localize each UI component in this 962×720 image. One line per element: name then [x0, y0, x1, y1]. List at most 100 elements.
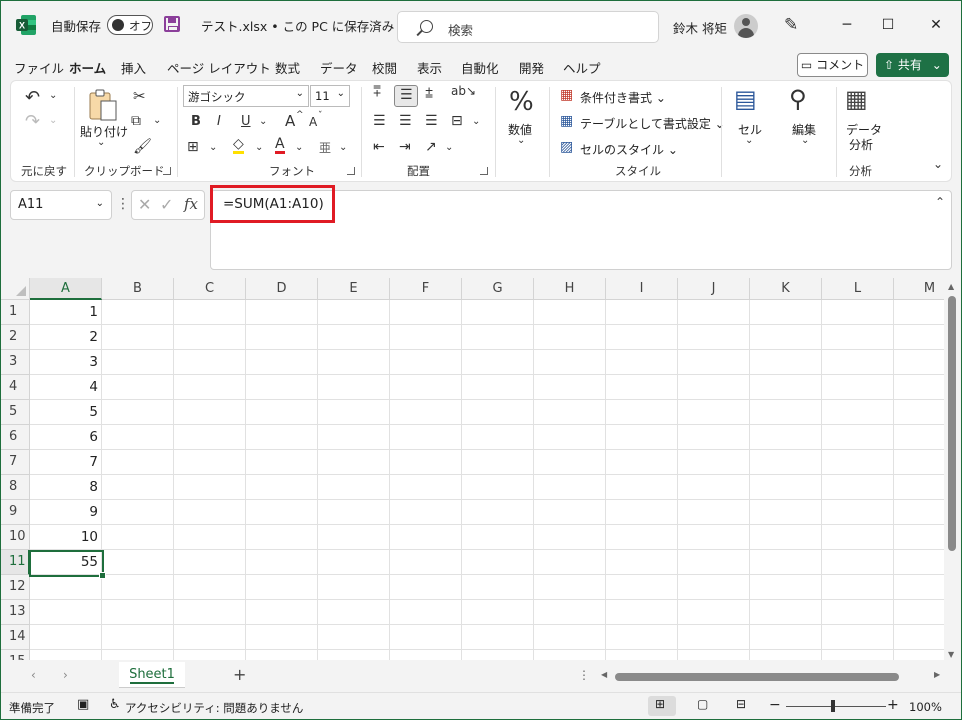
wrap-dropdown-icon[interactable]: ⌄	[472, 116, 480, 127]
tab-view[interactable]: 表示	[417, 58, 442, 77]
align-center-icon[interactable]: ☰	[399, 113, 412, 129]
cut-icon[interactable]: ✂	[133, 87, 146, 105]
prev-sheet-icon[interactable]: ‹	[31, 668, 36, 682]
format-as-table-icon[interactable]: ▦	[560, 113, 573, 129]
tab-page-layout[interactable]: ページ レイアウト	[167, 58, 271, 77]
cell-a9[interactable]: 9	[30, 500, 102, 525]
tab-data[interactable]: データ	[320, 58, 358, 77]
underline-button[interactable]: U	[241, 114, 251, 129]
font-color-dropdown-icon[interactable]: ⌄	[295, 142, 303, 153]
wrap-orientation-icon[interactable]: ab↘	[451, 84, 476, 98]
row-header-14[interactable]: 14	[0, 625, 30, 650]
avatar[interactable]	[734, 14, 758, 38]
formula-collapse-icon[interactable]: ⌃	[935, 195, 945, 209]
tab-help[interactable]: ヘルプ	[563, 58, 601, 77]
align-top-icon[interactable]: ⩱	[373, 84, 381, 100]
more-options-icon[interactable]: ⋮	[116, 196, 130, 212]
row-header-4[interactable]: 4	[0, 375, 30, 400]
increase-indent-icon[interactable]: ⇥	[399, 139, 411, 155]
row-header-5[interactable]: 5	[0, 400, 30, 425]
conditional-format-button[interactable]: 条件付き書式 ⌄	[580, 89, 666, 106]
name-box[interactable]: A11 ⌄	[10, 190, 112, 220]
border-dropdown-icon[interactable]: ⌄	[209, 142, 217, 153]
font-color-button[interactable]: A	[275, 137, 285, 154]
tab-file[interactable]: ファイル	[14, 58, 64, 77]
redo-icon[interactable]: ↷	[25, 111, 40, 132]
scroll-left-icon[interactable]: ◀	[601, 670, 607, 679]
row-header-11[interactable]: 11	[0, 550, 30, 575]
border-icon[interactable]: ⊞	[187, 139, 199, 155]
cell-a4[interactable]: 4	[30, 375, 102, 400]
cancel-icon[interactable]: ✕	[138, 195, 151, 214]
editing-dropdown-icon[interactable]: ⌄	[801, 135, 809, 146]
cell-a8[interactable]: 8	[30, 475, 102, 500]
zoom-level[interactable]: 100%	[909, 700, 942, 714]
orientation-icon[interactable]: ↗	[425, 139, 437, 155]
macro-record-icon[interactable]: ▣	[77, 697, 89, 712]
orientation-dropdown-icon[interactable]: ⌄	[445, 142, 453, 153]
column-header-h[interactable]: H	[534, 278, 606, 300]
document-title[interactable]: テスト.xlsx • この PC に保存済み ⌄	[201, 16, 409, 35]
shrink-font-button[interactable]: A	[309, 115, 317, 129]
cell-a7[interactable]: 7	[30, 450, 102, 475]
next-sheet-icon[interactable]: ›	[63, 668, 68, 682]
format-as-table-button[interactable]: テーブルとして書式設定 ⌄	[580, 115, 725, 132]
column-header-f[interactable]: F	[390, 278, 462, 300]
cell-a3[interactable]: 3	[30, 350, 102, 375]
maximize-button[interactable]: ☐	[868, 9, 908, 41]
tab-insert[interactable]: 挿入	[121, 58, 146, 77]
paste-dropdown-icon[interactable]: ⌄	[97, 137, 105, 148]
horizontal-scroll-thumb[interactable]	[615, 673, 899, 681]
tab-review[interactable]: 校閲	[372, 58, 397, 77]
undo-icon[interactable]: ↶	[25, 87, 40, 108]
row-header-13[interactable]: 13	[0, 600, 30, 625]
tab-developer[interactable]: 開発	[519, 58, 544, 77]
decrease-indent-icon[interactable]: ⇤	[373, 139, 385, 155]
editing-search-icon[interactable]: ⚲	[789, 85, 807, 113]
row-header-15[interactable]: 15	[0, 650, 30, 660]
format-painter-icon[interactable]: 🖌	[133, 137, 152, 155]
column-header-c[interactable]: C	[174, 278, 246, 300]
row-header-1[interactable]: 1	[0, 300, 30, 325]
phonetic-icon[interactable]: 亜	[319, 139, 331, 156]
align-left-icon[interactable]: ☰	[373, 113, 386, 129]
close-button[interactable]: ✕	[916, 9, 956, 41]
alignment-launcher-icon[interactable]	[480, 167, 488, 175]
tab-home[interactable]: ホーム	[69, 58, 107, 83]
number-dropdown-icon[interactable]: ⌄	[517, 135, 525, 146]
row-header-10[interactable]: 10	[0, 525, 30, 550]
ribbon-collapse-icon[interactable]: ⌄	[933, 157, 943, 171]
wrap-text-icon[interactable]: ⊟	[451, 113, 463, 129]
zoom-in-button[interactable]: +	[887, 697, 899, 713]
column-header-l[interactable]: L	[822, 278, 894, 300]
zoom-out-button[interactable]: −	[769, 697, 781, 713]
tab-automate[interactable]: 自動化	[461, 58, 499, 77]
underline-dropdown-icon[interactable]: ⌄	[259, 116, 267, 127]
cell-styles-button[interactable]: セルのスタイル ⌄	[580, 141, 678, 158]
align-right-icon[interactable]: ☰	[425, 113, 438, 129]
select-all-corner[interactable]	[0, 278, 30, 300]
vertical-scroll-thumb[interactable]	[948, 296, 956, 551]
spreadsheet-grid[interactable]: ABCDEFGHIJKLM 123456789101112131415 1234…	[0, 278, 944, 660]
search-box[interactable]: 検索	[397, 11, 659, 43]
row-header-3[interactable]: 3	[0, 350, 30, 375]
cell-a10[interactable]: 10	[30, 525, 102, 550]
fill-color-dropdown-icon[interactable]: ⌄	[255, 142, 263, 153]
cell-a1[interactable]: 1	[30, 300, 102, 325]
cell-styles-icon[interactable]: ▨	[560, 139, 573, 155]
sheet-tab[interactable]: Sheet1	[119, 662, 185, 688]
align-bottom-icon[interactable]: ⩲	[425, 86, 433, 102]
row-header-7[interactable]: 7	[0, 450, 30, 475]
clipboard-launcher-icon[interactable]	[163, 167, 171, 175]
scroll-right-icon[interactable]: ▶	[934, 670, 940, 679]
align-middle-button[interactable]: ☰	[394, 85, 418, 107]
cells-icon[interactable]: ▤	[734, 85, 757, 113]
comment-button[interactable]: ▭ コメント	[797, 53, 868, 77]
cell-a5[interactable]: 5	[30, 400, 102, 425]
sheet-options-icon[interactable]: ⋮	[578, 668, 590, 682]
accessibility-status[interactable]: アクセシビリティ: 問題ありません	[125, 700, 303, 716]
font-size-select[interactable]: 11 ⌄	[310, 85, 350, 107]
column-header-a[interactable]: A	[30, 278, 102, 300]
add-sheet-button[interactable]: +	[233, 665, 246, 684]
autosave-toggle[interactable]: オフ	[107, 15, 153, 35]
